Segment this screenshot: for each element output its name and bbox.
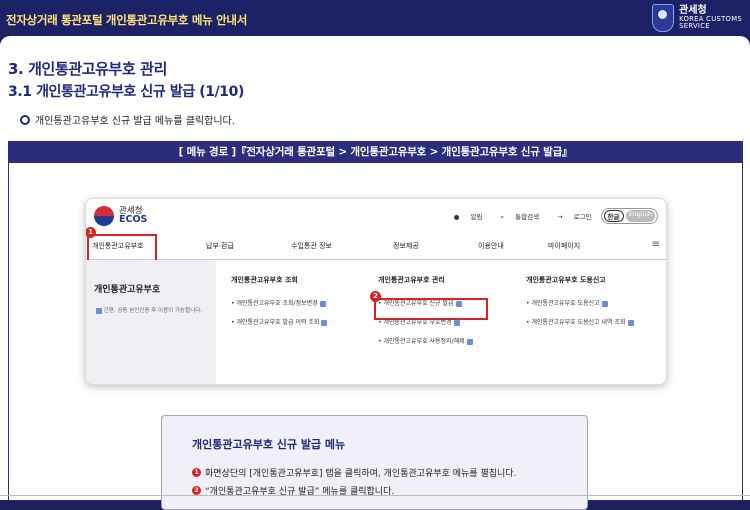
document-title: 전자상거래 통관포털 개인통관고유부호 메뉴 안내서 <box>6 13 247 27</box>
user-icon <box>319 300 326 307</box>
user-icon <box>466 338 473 345</box>
side-title: 개인통관고유부호 <box>94 285 161 295</box>
subsection-heading: 3.1 개인통관고유부호 신규 발급 (1/10) <box>8 84 244 100</box>
portal-screenshot: 관세청 ECOS ● 알림 ⌕ 통합검색 → 로그인 한글 English 개인… <box>85 198 667 385</box>
login-link[interactable]: → 로그인 <box>548 211 591 221</box>
info-title: 개인통관고유부호 신규 발급 메뉴 <box>192 438 346 451</box>
logo-english-2: SERVICE <box>679 22 710 31</box>
side-description: 간편, 공동 본인인증 후 이용이 가능합니다. <box>94 307 209 315</box>
lang-english[interactable]: English <box>625 210 655 222</box>
taegeuk-logo-icon <box>94 206 114 226</box>
brand-ecos: ECOS <box>119 214 148 226</box>
nav-guide[interactable]: 이용안내 <box>478 241 504 251</box>
submenu-item[interactable]: • 개인통관고유부호 조회/정보변경 <box>231 298 327 307</box>
user-icon <box>453 319 460 326</box>
login-icon: → <box>557 213 563 221</box>
highlight-box-2 <box>374 298 488 320</box>
hamburger-menu-icon[interactable]: ≡ <box>652 239 660 250</box>
user-icon <box>96 307 102 314</box>
user-icon <box>627 319 634 326</box>
user-icon <box>601 300 608 307</box>
search-link[interactable]: ⌕ 통합검색 <box>491 211 539 222</box>
submenu-item[interactable]: • 개인통관고유부호 도용신고 내역 조회 <box>526 317 634 326</box>
bullet-icon <box>20 114 30 125</box>
step-badge-2: 2 <box>370 291 381 302</box>
nav-payment[interactable]: 납부·환급 <box>206 241 234 251</box>
step-number-1: 1 <box>192 468 201 477</box>
submenu-col-report: 개인통관고유부호 도용신고 • 개인통관고유부호 도용신고 • 개인통관고유부호… <box>526 275 634 336</box>
section-heading: 3. 개인통관고유부호 관리 <box>8 60 167 78</box>
submenu-side: 개인통관고유부호 간편, 공동 본인인증 후 이용이 가능합니다. <box>86 260 216 384</box>
kcs-logo: 관세청 KOREA CUSTOMS SERVICE <box>652 2 742 34</box>
info-step-1-text: 화면상단의 [개인통관고유부호] 탭을 클릭하여, 개인통관고유부호 메뉴를 펼… <box>205 469 517 479</box>
col-title: 개인통관고유부호 도용신고 <box>526 276 606 284</box>
col-title: 개인통관고유부호 관리 <box>378 276 445 284</box>
instruction: 개인통관고유부호 신규 발급 메뉴를 클릭합니다. <box>20 112 235 127</box>
submenu-item[interactable]: • 개인통관고유부호 도용신고 <box>526 298 634 307</box>
nav-mypage[interactable]: 마이페이지 <box>548 241 580 251</box>
menu-path-bar: [ 메뉴 경로 ]『전자상거래 통관포털 > 개인통관고유부호 > 개인통관고유… <box>8 141 743 163</box>
nav-import-info[interactable]: 수입통관 정보 <box>291 241 332 251</box>
example-panel: 관세청 ECOS ● 알림 ⌕ 통합검색 → 로그인 한글 English 개인… <box>8 163 743 510</box>
info-step-1: 1 화면상단의 [개인통관고유부호] 탭을 클릭하여, 개인통관고유부호 메뉴를… <box>192 466 516 479</box>
utility-menu: ● 알림 ⌕ 통합검색 → 로그인 한글 English <box>436 208 658 224</box>
alarm-icon: ● <box>453 213 460 221</box>
submenu-col-inquiry: 개인통관고유부호 조회 • 개인통관고유부호 조회/정보변경 • 개인통관고유부… <box>231 275 328 336</box>
page-body: 3. 개인통관고유부호 관리 3.1 개인통관고유부호 신규 발급 (1/10)… <box>0 36 750 510</box>
portal-brand: 관세청 ECOS <box>94 206 147 226</box>
search-icon: ⌕ <box>500 212 505 221</box>
language-toggle[interactable]: 한글 English <box>600 208 658 224</box>
global-nav: 개인통관고유부호 납부·환급 수입통관 정보 정보제공 이용안내 마이페이지 ≡ <box>86 233 666 260</box>
alarm-link[interactable]: ● 알림 <box>445 211 483 221</box>
instruction-text: 개인통관고유부호 신규 발급 메뉴를 클릭합니다. <box>35 116 235 127</box>
nav-info-provide[interactable]: 정보제공 <box>393 241 419 251</box>
footer-divider <box>0 495 750 496</box>
submenu-item[interactable]: • 개인통관고유부호 발급 이력 조회 <box>231 317 328 326</box>
step-badge-1: 1 <box>86 227 96 238</box>
submenu-item[interactable]: • 개인통관고유부호 사용정지/해제 <box>378 336 473 345</box>
step-number-2: 2 <box>192 486 201 495</box>
emblem-icon <box>652 4 675 32</box>
user-icon <box>321 319 328 326</box>
col-title: 개인통관고유부호 조회 <box>231 276 298 284</box>
lang-korean[interactable]: 한글 <box>603 210 624 222</box>
